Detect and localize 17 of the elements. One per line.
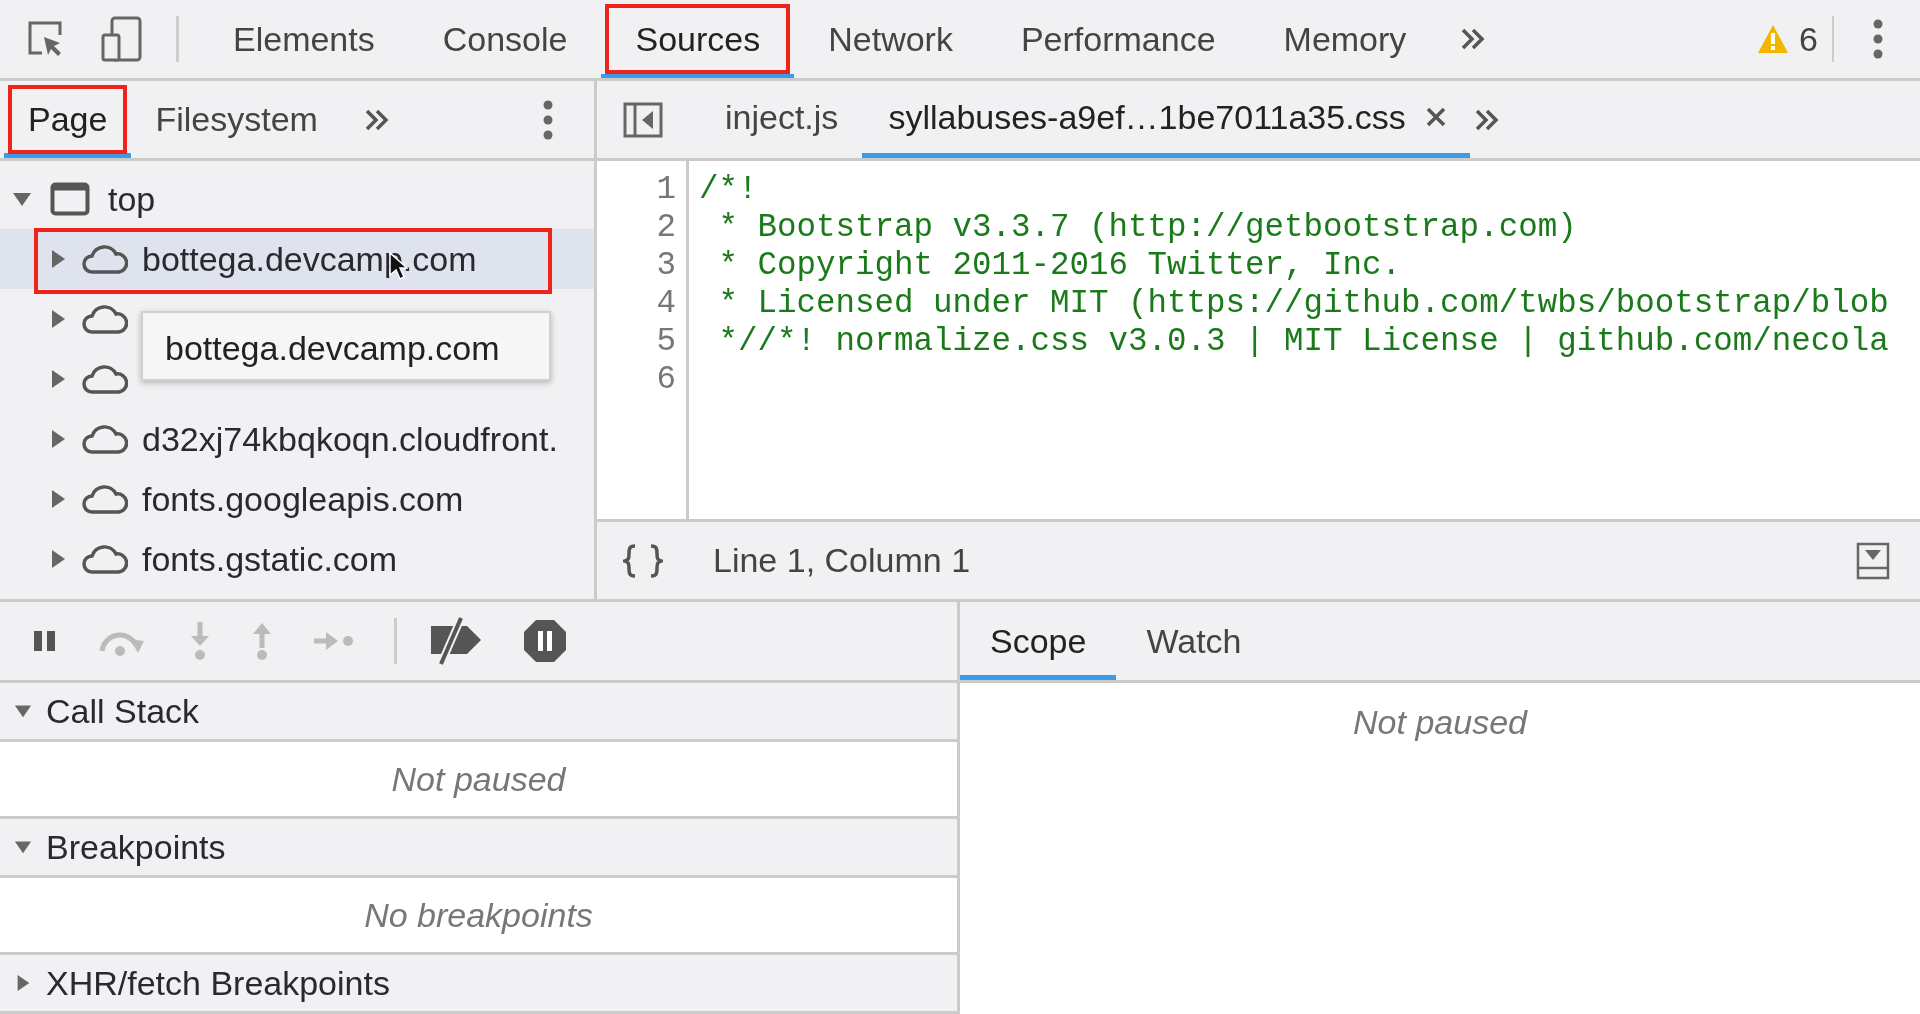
tooltip: bottega.devcamp.com: [141, 311, 551, 381]
warning-count: 6: [1799, 19, 1818, 59]
line-number: 4: [655, 285, 676, 323]
empty-message: No breakpoints: [364, 895, 593, 935]
code-line: *//*! normalize.css v3.0.3 | MIT License | github.com/necola: [717, 323, 1889, 360]
empty-message: Not paused: [391, 759, 566, 799]
cursor-position: Line 1, Column 1: [713, 541, 971, 580]
line-number: 1: [655, 171, 676, 209]
code-line: * Copyright 2011-2016 Twitter, Inc.: [717, 247, 1402, 284]
line-number: 3: [655, 247, 676, 285]
empty-message: Not paused: [1353, 703, 1527, 741]
code-line: * Bootstrap v3.3.7 (http://getbootstrap.com): [717, 209, 1577, 246]
line-number: 6: [655, 361, 676, 399]
code-line: /*!: [699, 171, 758, 208]
code-line: * Licensed under MIT (https://github.com/twbs/bootstrap/blob: [717, 285, 1889, 322]
line-number: 5: [655, 323, 676, 361]
line-number: 2: [655, 209, 676, 247]
